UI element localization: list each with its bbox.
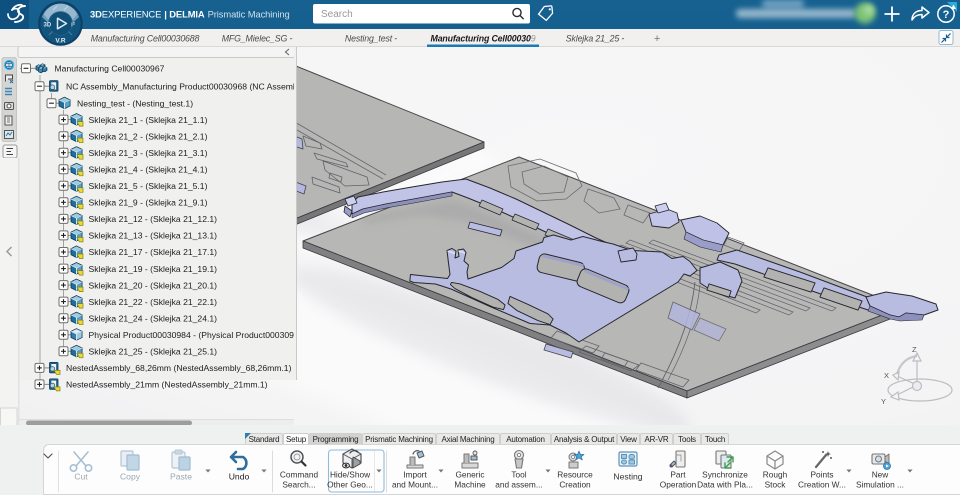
svg-text:Cut: Cut [74,472,88,482]
svg-text:Rough: Rough [763,470,788,480]
svg-text:Sklejka 21_1 - (Sklejka 21_1.1: Sklejka 21_1 - (Sklejka 21_1.1) [89,115,208,125]
svg-text:Generic: Generic [455,470,484,480]
svg-text:and assem...: and assem... [495,480,543,490]
svg-text:Creation: Creation [559,480,591,490]
svg-text:Paste: Paste [170,472,192,482]
svg-text:MFG_Mielec_SG -: MFG_Mielec_SG - [222,34,293,44]
svg-text:Nesting: Nesting [613,472,642,482]
svg-text:+: + [654,33,660,45]
svg-text:Simulation ...: Simulation ... [856,480,904,490]
svg-text:Manufacturing Cell00030688: Manufacturing Cell00030688 [91,34,200,44]
svg-text:Data with Pla...: Data with Pla... [697,480,753,490]
svg-text:Sklejka 21_25 - (Sklejka 21_25: Sklejka 21_25 - (Sklejka 21_25.1) [89,347,218,357]
svg-text:Sklejka 21_19 - (Sklejka 21_19: Sklejka 21_19 - (Sklejka 21_19.1) [89,264,218,274]
svg-text:NestedAssembly_68,26mm (Nested: NestedAssembly_68,26mm (NestedAssembly_6… [66,363,292,373]
svg-text:Sklejka 21_3 - (Sklejka 21_3.1: Sklejka 21_3 - (Sklejka 21_3.1) [89,148,208,158]
svg-text:Manufacturing Cell00030967: Manufacturing Cell00030967 [55,64,165,74]
svg-text:Import: Import [403,470,427,480]
svg-text:Sklejka 21_4 - (Sklejka 21_4.1: Sklejka 21_4 - (Sklejka 21_4.1) [89,164,208,174]
svg-text:Sklejka 21_13 - (Sklejka 21_13: Sklejka 21_13 - (Sklejka 21_13.1) [89,231,218,241]
svg-text:Part: Part [670,470,686,480]
svg-text:X: X [884,371,889,380]
svg-text:Sklejka 21_17 - (Sklejka 21_17: Sklejka 21_17 - (Sklejka 21_17.1) [89,247,218,257]
svg-text:Synchronize: Synchronize [702,470,748,480]
svg-text:Operation: Operation [660,480,697,490]
svg-text:Sklejka 21_22 - (Sklejka 21_22: Sklejka 21_22 - (Sklejka 21_22.1) [89,297,218,307]
svg-text:Nesting_test - (Nesting_test.1: Nesting_test - (Nesting_test.1) [77,98,193,108]
svg-text:Tool: Tool [511,470,526,480]
svg-text:Other Geo...: Other Geo... [327,480,373,490]
svg-text:Physical Product00030984 - (Ph: Physical Product00030984 - (Physical Pro… [89,330,295,340]
svg-text:Sklejka 21_5 - (Sklejka 21_5.1: Sklejka 21_5 - (Sklejka 21_5.1) [89,181,208,191]
svg-text:New: New [872,470,890,480]
svg-text:Z: Z [912,345,917,354]
svg-text:NestedAssembly_21mm (NestedAss: NestedAssembly_21mm (NestedAssembly_21mm… [66,380,268,390]
svg-text:3D: 3D [44,23,52,29]
svg-text:Search...: Search... [282,480,315,490]
svg-text:?: ? [943,9,950,21]
svg-text:Sklejka 21_24 - (Sklejka 21_24: Sklejka 21_24 - (Sklejka 21_24.1) [89,313,218,323]
svg-text:Copy: Copy [120,472,141,482]
svg-text:Resource: Resource [557,470,593,480]
svg-text:Command: Command [280,470,319,480]
svg-text:3DEXPERIENCE| DELMIAPrismatic: 3DEXPERIENCE | DELMIA Prismatic Machining [90,9,290,20]
svg-text:Sklejka 21_9 - (Sklejka 21_9.1: Sklejka 21_9 - (Sklejka 21_9.1) [89,198,208,208]
svg-text:NC Assembly_Manufacturing Prod: NC Assembly_Manufacturing Product0003096… [66,81,294,91]
svg-text:Sklejka 21_2 - (Sklejka 21_2.1: Sklejka 21_2 - (Sklejka 21_2.1) [89,131,208,141]
svg-text:and Mount...: and Mount... [392,480,438,490]
svg-text:Points: Points [810,470,833,480]
svg-text:Stock: Stock [765,480,787,490]
svg-text:Machine: Machine [454,480,486,490]
svg-text:Nesting_test -: Nesting_test - [345,34,397,44]
svg-text:Sklejka 21_20 - (Sklejka 21_20: Sklejka 21_20 - (Sklejka 21_20.1) [89,280,218,290]
svg-text:Y: Y [881,397,886,406]
svg-text:Search: Search [321,9,353,20]
svg-text:V.R: V.R [55,38,66,45]
svg-text:Sklejka 21_25 -: Sklejka 21_25 - [566,34,625,44]
svg-text:Undo: Undo [229,472,250,482]
svg-text:Hide/Show: Hide/Show [330,470,371,480]
svg-text:Creation W...: Creation W... [798,480,846,490]
svg-text:Sklejka 21_12 - (Sklejka 21_12: Sklejka 21_12 - (Sklejka 21_12.1) [89,214,218,224]
svg-text:i²: i² [71,22,75,29]
svg-text:Manufacturing Cell000309: Manufacturing Cell000309 [431,34,536,44]
